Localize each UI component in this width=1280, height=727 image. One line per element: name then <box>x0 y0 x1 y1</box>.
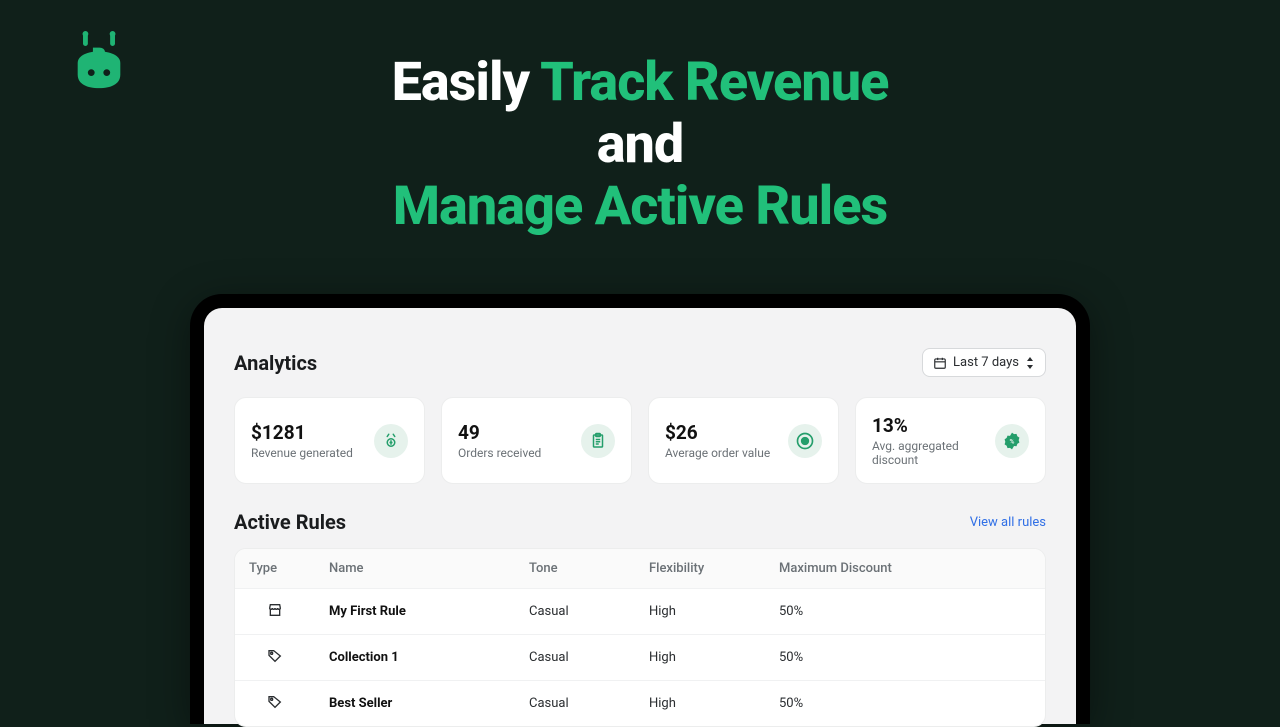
stat-label: Orders received <box>458 446 541 460</box>
rule-name: Collection 1 <box>329 650 399 665</box>
stat-discount: 13% Avg. aggregated discount % <box>855 397 1046 484</box>
view-all-rules-link[interactable]: View all rules <box>970 515 1046 530</box>
dollar-circle-icon: $ <box>788 424 822 458</box>
clipboard-icon <box>581 424 615 458</box>
analytics-header: Analytics Last 7 days <box>234 348 1046 377</box>
stat-label: Avg. aggregated discount <box>872 439 995 467</box>
rule-max: 50% <box>765 681 1045 727</box>
stat-value: 13% <box>872 414 995 437</box>
col-max: Maximum Discount <box>765 549 1045 589</box>
app-screen: Analytics Last 7 days $1281 Revenue gene… <box>204 308 1076 724</box>
revenue-icon <box>374 424 408 458</box>
table-row[interactable]: Best Seller Casual High 50% <box>235 681 1045 727</box>
tag-icon <box>266 647 284 665</box>
table-row[interactable]: Collection 1 Casual High 50% <box>235 635 1045 681</box>
stat-label: Revenue generated <box>251 446 353 460</box>
rule-flex: High <box>635 635 765 681</box>
rule-tone: Casual <box>515 589 635 635</box>
stat-orders: 49 Orders received <box>441 397 632 484</box>
stat-revenue: $1281 Revenue generated <box>234 397 425 484</box>
headline-part3: and <box>597 113 684 176</box>
rule-max: 50% <box>765 635 1045 681</box>
rule-max: 50% <box>765 589 1045 635</box>
col-type: Type <box>235 549 315 589</box>
rule-tone: Casual <box>515 681 635 727</box>
table-row[interactable]: My First Rule Casual High 50% <box>235 589 1045 635</box>
svg-text:%: % <box>1010 437 1015 445</box>
tag-icon <box>266 693 284 711</box>
headline-part1: Easily <box>392 51 541 114</box>
rule-flex: High <box>635 681 765 727</box>
store-icon <box>266 601 284 619</box>
rules-title: Active Rules <box>234 510 346 534</box>
stat-value: 49 <box>458 421 541 444</box>
rule-flex: High <box>635 589 765 635</box>
headline: Easily Track Revenue and Manage Active R… <box>0 52 1280 238</box>
rules-header: Active Rules View all rules <box>234 510 1046 534</box>
date-range-select[interactable]: Last 7 days <box>922 348 1046 377</box>
calendar-icon <box>933 356 947 370</box>
rules-table-card: Type Name Tone Flexibility Maximum Disco… <box>234 548 1046 727</box>
rule-tone: Casual <box>515 635 635 681</box>
stat-value: $26 <box>665 421 770 444</box>
table-header-row: Type Name Tone Flexibility Maximum Disco… <box>235 549 1045 589</box>
tablet-frame: Analytics Last 7 days $1281 Revenue gene… <box>190 294 1090 724</box>
col-flex: Flexibility <box>635 549 765 589</box>
col-name: Name <box>315 549 515 589</box>
headline-part4: Manage Active Rules <box>393 175 887 238</box>
stats-grid: $1281 Revenue generated 49 Orders receiv… <box>234 397 1046 484</box>
rules-table: Type Name Tone Flexibility Maximum Disco… <box>235 549 1045 726</box>
sort-icon <box>1025 357 1035 369</box>
headline-part2: Track Revenue <box>540 51 888 114</box>
stat-aov: $26 Average order value $ <box>648 397 839 484</box>
col-tone: Tone <box>515 549 635 589</box>
stat-label: Average order value <box>665 446 770 460</box>
stat-value: $1281 <box>251 421 353 444</box>
rule-name: My First Rule <box>329 604 406 619</box>
analytics-title: Analytics <box>234 351 317 375</box>
date-range-label: Last 7 days <box>953 355 1019 370</box>
rule-name: Best Seller <box>329 696 392 711</box>
percent-badge-icon: % <box>995 424 1029 458</box>
